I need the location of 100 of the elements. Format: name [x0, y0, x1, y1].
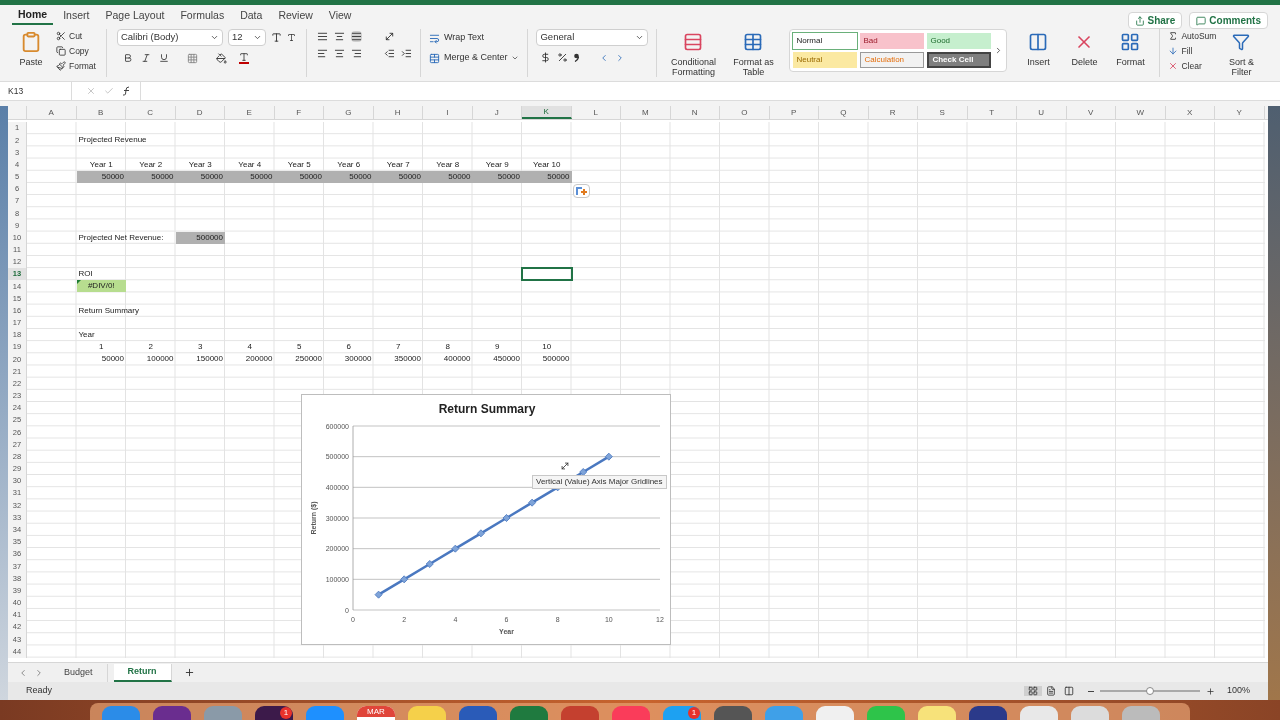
caret-icon — [252, 33, 262, 42]
add-sheet-icon[interactable] — [183, 667, 195, 678]
borders-icon[interactable] — [186, 52, 198, 64]
sort-filter-button[interactable]: Sort & Filter — [1220, 29, 1263, 77]
cut-button[interactable]: Cut — [56, 29, 96, 43]
sheet-tab[interactable]: Budget — [50, 663, 108, 682]
data-point — [528, 498, 536, 507]
quick-analysis-icon[interactable] — [573, 184, 590, 198]
conditional-formatting-button[interactable]: Conditional Formatting — [665, 29, 722, 77]
align-middle-icon[interactable] — [333, 31, 345, 42]
column-header[interactable]: L — [571, 106, 621, 119]
clipboard-icon — [20, 31, 42, 53]
percent-icon[interactable] — [557, 52, 569, 63]
share-button[interactable]: Share — [1127, 12, 1183, 29]
wrap-text-icon — [428, 32, 440, 44]
align-right-icon[interactable] — [350, 48, 362, 59]
underline-icon[interactable] — [158, 53, 169, 63]
previous-sheet-icon[interactable] — [18, 667, 28, 678]
column-header[interactable]: C — [126, 106, 176, 119]
cell-text: 50000 — [101, 355, 124, 364]
name-box[interactable]: K13 — [0, 82, 72, 100]
comments-button[interactable]: Comments — [1189, 12, 1268, 29]
column-header[interactable]: E — [225, 106, 275, 119]
grow-font-icon[interactable] — [270, 32, 282, 43]
column-header[interactable]: R — [868, 106, 918, 119]
cell-text: 150000 — [196, 355, 223, 364]
align-center-icon[interactable] — [333, 48, 345, 59]
cell-style[interactable]: Check Cell — [927, 52, 992, 68]
ribbon-tab[interactable]: Data — [234, 7, 269, 25]
column-header[interactable]: O — [720, 106, 770, 119]
cell-style[interactable]: Neutral — [793, 52, 858, 68]
format-as-table-button[interactable]: Format as Table — [725, 29, 782, 77]
copy-button[interactable]: Copy — [56, 44, 96, 58]
column-header[interactable]: W — [1116, 106, 1166, 119]
cell-text: 50000 — [151, 172, 174, 181]
ribbon-tab[interactable]: Formulas — [174, 7, 231, 25]
italic-icon[interactable] — [140, 53, 151, 63]
column-header[interactable]: P — [769, 106, 819, 119]
fill-color-icon[interactable] — [215, 52, 227, 64]
align-top-icon[interactable] — [316, 31, 328, 42]
fill-button[interactable]: Fill — [1168, 44, 1217, 58]
column-header[interactable]: N — [670, 106, 720, 119]
column-header[interactable]: Y — [1215, 106, 1265, 119]
delete-cells-button[interactable]: Delete — [1063, 29, 1106, 67]
sheet-tab[interactable]: Return — [113, 663, 172, 682]
align-bottom-icon[interactable] — [350, 31, 362, 42]
function-icon[interactable] — [122, 86, 132, 96]
column-header[interactable]: Q — [819, 106, 869, 119]
column-header[interactable]: V — [1066, 106, 1116, 119]
autosum-button[interactable]: AutoSum — [1168, 29, 1217, 43]
dock-app-icon[interactable]: 1 — [255, 706, 293, 720]
font-size-dropdown[interactable]: 12 — [227, 29, 266, 46]
ribbon-tab[interactable]: Page Layout — [99, 7, 171, 25]
next-sheet-icon[interactable] — [34, 667, 44, 678]
shrink-font-icon[interactable] — [286, 33, 296, 42]
merge-center-button[interactable]: Merge & Center — [428, 51, 520, 65]
column-header[interactable]: T — [967, 106, 1017, 119]
cell-style[interactable]: Bad — [860, 33, 925, 49]
column-header[interactable]: F — [274, 106, 324, 119]
cell-style[interactable]: Normal — [793, 33, 858, 49]
insert-cells-button[interactable]: Insert — [1017, 29, 1060, 67]
zoom-in-icon[interactable] — [1205, 686, 1215, 696]
wrap-text-button[interactable]: Wrap Text — [428, 31, 520, 45]
number-format-dropdown[interactable]: General — [536, 29, 649, 46]
decrease-indent-icon[interactable] — [383, 48, 395, 59]
format-cells-button[interactable]: Format — [1109, 29, 1152, 67]
column-header[interactable]: B — [76, 106, 126, 119]
column-header[interactable]: I — [423, 106, 473, 119]
chart-title: Return Summary — [438, 402, 536, 416]
caret-icon — [511, 54, 520, 62]
column-header[interactable]: K — [522, 106, 572, 119]
text-orientation-icon[interactable] — [383, 31, 395, 42]
column-header[interactable]: H — [373, 106, 423, 119]
ribbon-tab[interactable]: View — [322, 7, 358, 25]
ribbon-tab[interactable]: Home — [12, 7, 54, 25]
font-name-dropdown[interactable]: Calibri (Body) — [116, 29, 223, 46]
comma-style-icon[interactable] — [574, 53, 580, 62]
align-left-icon[interactable] — [316, 48, 328, 59]
bold-icon[interactable] — [122, 53, 133, 63]
ribbon-tab[interactable]: Insert — [57, 7, 96, 25]
ribbon-tab[interactable]: Review — [272, 7, 319, 25]
paste-button[interactable]: Paste — [10, 29, 52, 67]
normal-view-icon[interactable] — [1023, 686, 1042, 696]
font-color-icon[interactable] — [238, 52, 249, 64]
column-header[interactable]: X — [1165, 106, 1215, 119]
column-header[interactable]: G — [324, 106, 374, 119]
column-header[interactable]: M — [621, 106, 671, 119]
zoom-slider-thumb[interactable] — [1145, 687, 1154, 695]
column-header[interactable]: U — [1017, 106, 1067, 119]
active-cell[interactable] — [522, 268, 572, 281]
dock-app-icon[interactable]: 1 — [663, 706, 701, 720]
clear-button[interactable]: Clear — [1168, 59, 1217, 73]
column-header[interactable]: S — [918, 106, 968, 119]
format-painter-button[interactable]: Format — [56, 59, 96, 73]
cell-style[interactable]: Good — [927, 33, 992, 49]
column-header[interactable]: D — [175, 106, 225, 119]
increase-indent-icon[interactable] — [400, 48, 412, 59]
currency-icon[interactable] — [540, 52, 552, 63]
column-header[interactable]: A — [27, 106, 77, 119]
tooltip: Vertical (Value) Axis Major Gridlines — [532, 475, 667, 489]
